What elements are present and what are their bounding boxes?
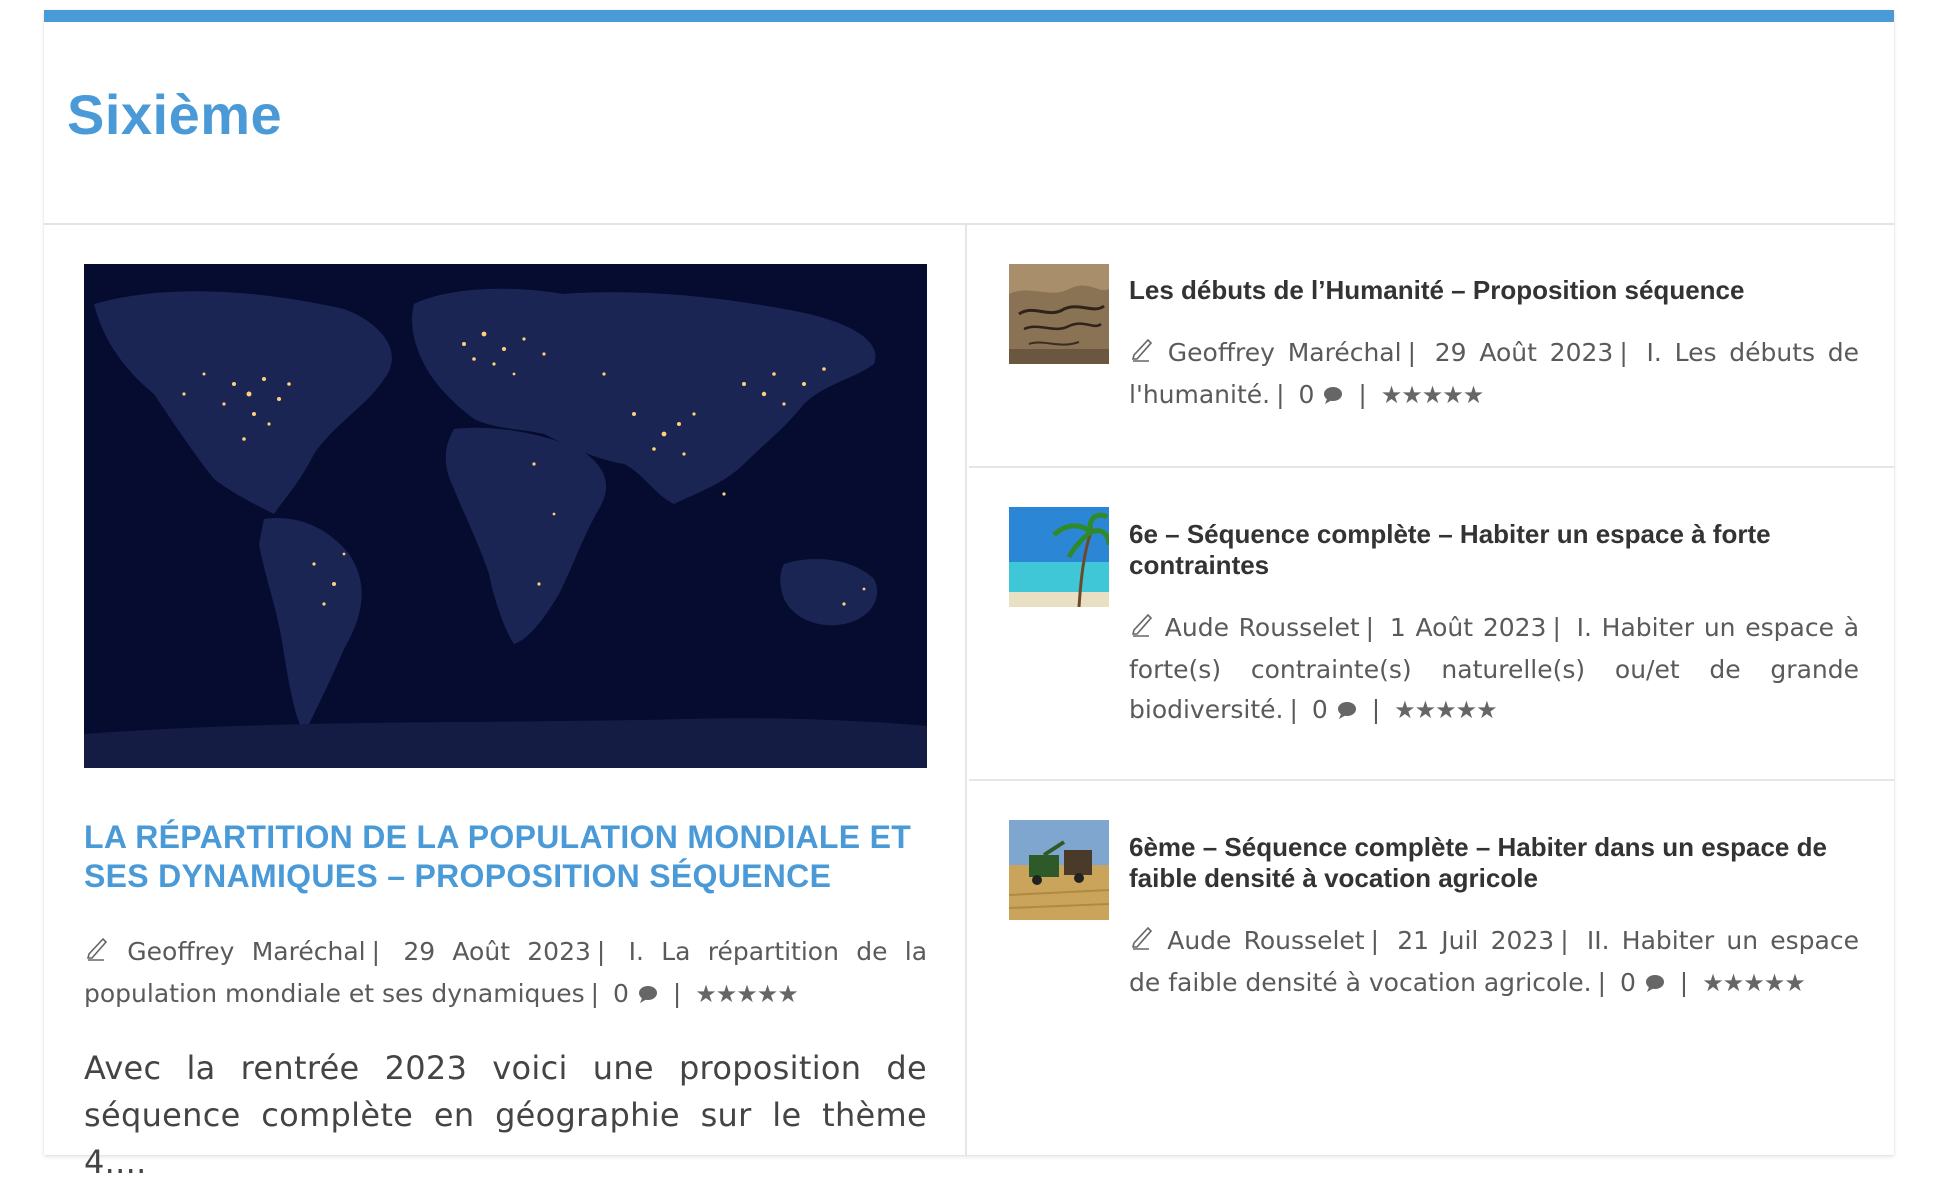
article-title[interactable]: Les débuts de l’Humanité – Proposition s… [1129,275,1859,306]
article-item: Les débuts de l’Humanité – Proposition s… [969,225,1894,468]
comment-count[interactable]: 0 [1299,380,1315,409]
article-thumbnail-harvester[interactable] [1009,820,1109,920]
featured-image-world-night-map[interactable] [84,264,927,768]
pen-icon [1129,923,1155,963]
author-name[interactable]: Geoffrey Maréchal [1168,338,1402,367]
article-thumbnail-cave-painting[interactable] [1009,264,1109,364]
article-title[interactable]: 6ème – Séquence complète – Habiter dans … [1129,832,1859,894]
section-body: La répartition de la population mondiale… [44,225,1894,1181]
star-rating[interactable]: ★★★★★ [695,980,799,1008]
featured-article-meta: Geoffrey Maréchal | 29 Août 2023 | I. La r… [84,932,927,1016]
comment-icon [637,976,659,1016]
section-title[interactable]: Sixième [67,82,282,147]
article-item: 6ème – Séquence complète – Habiter dans … [969,781,1894,1155]
comment-icon [1644,965,1666,1005]
article-meta: Aude Rousselet | 21 Juil 2023 | II. Habite… [1129,921,1859,1005]
author-name[interactable]: Geoffrey Maréchal [127,937,365,966]
post-date: 29 Août 2023 [1434,338,1614,367]
post-date: 21 Juil 2023 [1397,926,1555,955]
comment-icon [1336,692,1358,732]
comment-count[interactable]: 0 [1620,968,1636,997]
post-date: 1 Août 2023 [1389,613,1547,642]
sixieme-section-card: Sixième LA RÉPARTITION DE LA POPULATION … [44,10,1894,1181]
author-name[interactable]: Aude Rousselet [1167,926,1364,955]
pen-icon [84,934,110,974]
article-meta: Geoffrey Maréchal | 29 Août 2023 | I. Les … [1129,333,1859,417]
article-meta: Aude Rousselet | 1 Août 2023 | I. Habiter … [1129,608,1859,732]
comment-count[interactable]: 0 [613,979,629,1008]
author-name[interactable]: Aude Rousselet [1165,613,1360,642]
pen-icon [1129,335,1155,375]
world-night-map-illustration [84,264,927,768]
featured-article-title[interactable]: La répartition de la population mondiale… [84,818,934,896]
article-list: Les débuts de l’Humanité – Proposition s… [969,225,1894,1155]
star-rating[interactable]: ★★★★★ [1702,969,1806,997]
featured-article-excerpt: Avec la rentrée 2023 voici une propositi… [84,1049,927,1181]
pen-icon [1129,610,1155,650]
comment-count[interactable]: 0 [1312,695,1328,724]
article-item: 6e – Séquence complète – Habiter un espa… [969,468,1894,781]
comment-icon [1322,377,1344,417]
article-title[interactable]: 6e – Séquence complète – Habiter un espa… [1129,519,1859,581]
article-thumbnail-tropical-beach[interactable] [1009,507,1109,607]
star-rating[interactable]: ★★★★★ [1381,381,1485,409]
post-date: 29 Août 2023 [403,937,591,966]
section-header: Sixième [44,22,1894,225]
star-rating[interactable]: ★★★★★ [1394,696,1498,724]
featured-article: La répartition de la population mondiale… [44,225,967,1181]
